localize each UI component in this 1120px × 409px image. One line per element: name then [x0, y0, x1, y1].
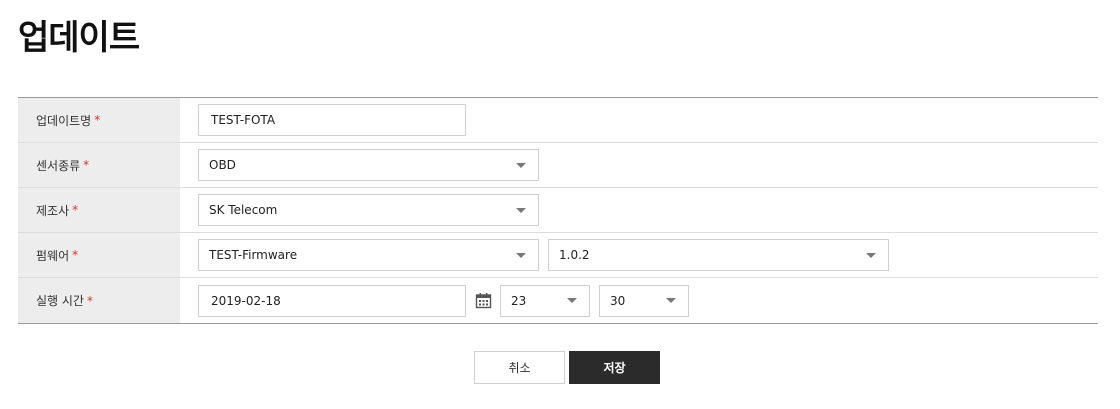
- chevron-down-icon: [516, 207, 526, 213]
- exec-date-value: 2019-02-18: [211, 293, 281, 308]
- sensor-type-select[interactable]: OBD: [198, 149, 539, 181]
- firmware-value: TEST-Firmware: [209, 248, 298, 262]
- firmware-select[interactable]: TEST-Firmware: [198, 239, 539, 271]
- exec-time-label-text: 실행 시간: [36, 294, 84, 308]
- update-name-value: TEST-FOTA: [211, 113, 276, 127]
- sensor-type-label: 센서종류 *: [18, 143, 180, 187]
- manufacturer-value: SK Telecom: [209, 203, 278, 217]
- required-mark: *: [86, 293, 93, 308]
- manufacturer-label-text: 제조사: [36, 203, 70, 218]
- chevron-down-icon: [516, 252, 526, 258]
- form-actions: 취소 저장: [474, 351, 660, 384]
- form-row-update-name: 업데이트명 * TEST-FOTA: [18, 98, 1098, 143]
- calendar-icon: [475, 293, 491, 309]
- exec-hour-value: 23: [511, 293, 527, 308]
- form-row-sensor-type: 센서종류 * OBD: [18, 143, 1098, 188]
- form-row-exec-time: 실행 시간 * 2019-02-18 23 30: [18, 278, 1098, 323]
- firmware-label-text: 펌웨어: [36, 248, 70, 263]
- update-name-label: 업데이트명 *: [18, 98, 180, 142]
- firmware-version-select[interactable]: 1.0.2: [548, 239, 889, 271]
- page-title: 업데이트: [18, 18, 140, 58]
- chevron-down-icon: [666, 298, 676, 303]
- form-row-manufacturer: 제조사 * SK Telecom: [18, 188, 1098, 233]
- chevron-down-icon: [516, 162, 526, 168]
- exec-date-input[interactable]: 2019-02-18: [198, 284, 466, 317]
- exec-minute-value: 30: [610, 293, 626, 308]
- form-row-firmware: 펌웨어 * TEST-Firmware 1.0.2: [18, 233, 1098, 278]
- chevron-down-icon: [567, 298, 577, 303]
- save-button[interactable]: 저장: [569, 351, 660, 384]
- manufacturer-select[interactable]: SK Telecom: [198, 194, 539, 226]
- sensor-type-label-text: 센서종류: [36, 158, 81, 173]
- chevron-down-icon: [866, 252, 876, 258]
- cancel-button[interactable]: 취소: [474, 351, 565, 384]
- exec-hour-select[interactable]: 23: [500, 284, 590, 317]
- required-mark: *: [94, 113, 101, 127]
- update-name-label-text: 업데이트명: [36, 113, 92, 128]
- firmware-version-value: 1.0.2: [559, 248, 590, 262]
- calendar-button[interactable]: [466, 285, 500, 317]
- update-form: 업데이트명 * TEST-FOTA 센서종류 * OBD 제조사 * SK Te…: [18, 97, 1098, 324]
- manufacturer-label: 제조사 *: [18, 188, 180, 232]
- firmware-label: 펌웨어 *: [18, 233, 180, 277]
- exec-time-label: 실행 시간 *: [18, 278, 180, 323]
- sensor-type-value: OBD: [209, 158, 236, 172]
- required-mark: *: [72, 203, 79, 217]
- required-mark: *: [83, 158, 90, 172]
- exec-minute-select[interactable]: 30: [599, 284, 689, 317]
- required-mark: *: [72, 248, 79, 262]
- update-name-input[interactable]: TEST-FOTA: [198, 104, 466, 136]
